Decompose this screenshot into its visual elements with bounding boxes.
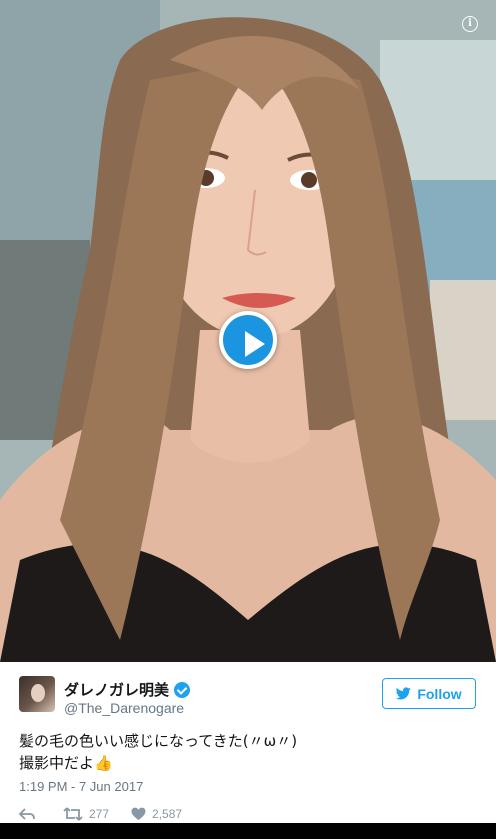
like-count: 2,587 — [152, 807, 183, 821]
display-name[interactable]: ダレノガレ明美 — [64, 679, 191, 700]
retweet-icon — [63, 807, 83, 821]
play-icon — [223, 315, 273, 365]
play-button[interactable] — [219, 311, 277, 369]
retweet-count: 277 — [89, 807, 110, 821]
display-name-text: ダレノガレ明美 — [64, 682, 170, 699]
retweet-action[interactable]: 277 — [63, 807, 109, 821]
heart-icon — [131, 807, 146, 820]
tweet-timestamp[interactable]: 1:19 PM - 7 Jun 2017 — [19, 779, 143, 794]
tweet-text: 髪の毛の色いい感じになってきた(〃ω〃) 撮影中だよ👍 — [19, 732, 298, 772]
user-handle[interactable]: @The_Darenogare — [64, 700, 184, 716]
reply-icon — [19, 808, 35, 820]
video-player[interactable]: i — [0, 0, 496, 662]
verified-badge-icon — [174, 681, 191, 698]
follow-button[interactable]: Follow — [382, 678, 476, 709]
like-action[interactable]: 2,587 — [131, 807, 182, 821]
tweet-actions: 277 2,587 — [19, 805, 204, 823]
tweet-card: ダレノガレ明美 @The_Darenogare Follow 髪の毛の色いい感じ… — [0, 662, 496, 839]
info-icon[interactable]: i — [462, 16, 478, 32]
twitter-bird-icon — [396, 687, 412, 700]
bottom-bar — [0, 823, 496, 839]
avatar[interactable] — [19, 676, 55, 712]
reply-action[interactable] — [19, 807, 41, 821]
follow-button-label: Follow — [417, 685, 462, 702]
